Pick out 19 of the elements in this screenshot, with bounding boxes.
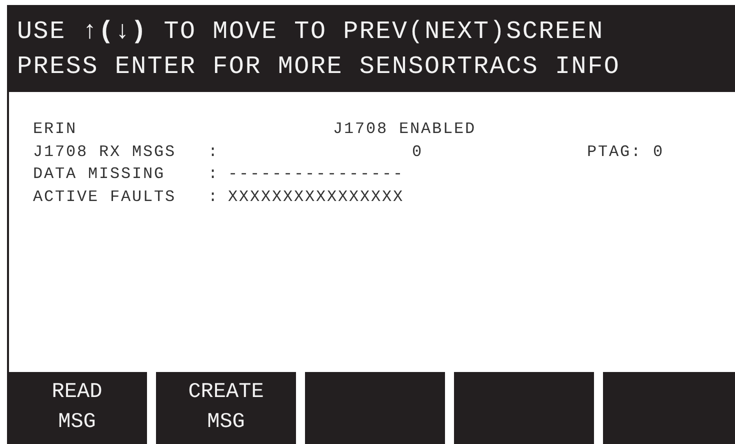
softkey-button[interactable]: CREATE MSG — [156, 372, 296, 444]
field-separator: : — [208, 142, 220, 162]
blank-softkey-button[interactable] — [603, 372, 735, 444]
field-label: J1708 RX MSGS — [33, 142, 176, 162]
mode-status: J1708 ENABLED — [333, 120, 476, 140]
field-label: DATA MISSING — [33, 165, 166, 185]
field-value: ---------------- — [228, 165, 404, 185]
instruction-text: PRESS ENTER FOR MORE SENSORTRACS INFO — [17, 52, 620, 80]
field-separator: : — [208, 188, 220, 208]
instruction-text: USE ↑(↓) TO MOVE TO PREV(NEXT)SCREEN — [17, 16, 604, 46]
ptag-value: PTAG: 0 — [587, 142, 664, 162]
sensor-name: ERIN — [33, 120, 78, 140]
field-value: 0 — [412, 142, 423, 162]
field-separator: : — [208, 165, 220, 185]
field-value: XXXXXXXXXXXXXXXX — [228, 188, 404, 208]
blank-softkey-button[interactable] — [305, 372, 445, 444]
softkey-button[interactable]: READ MSG — [7, 372, 147, 444]
blank-softkey-button[interactable] — [454, 372, 594, 444]
field-label: ACTIVE FAULTS — [33, 188, 176, 208]
